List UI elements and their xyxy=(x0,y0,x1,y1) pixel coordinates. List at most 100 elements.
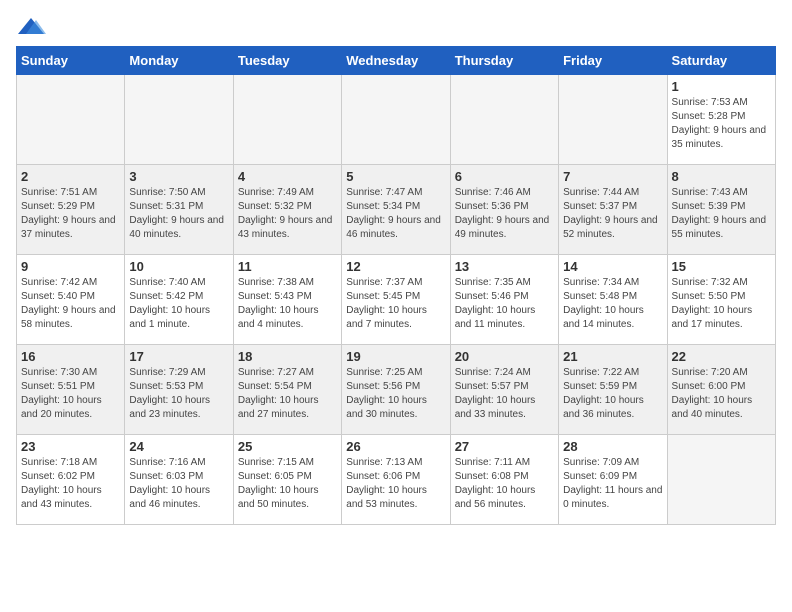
calendar-cell: 7 Sunrise: 7:44 AMSunset: 5:37 PMDaylight… xyxy=(559,165,667,255)
day-number: 8 xyxy=(672,169,771,184)
calendar-cell: 13 Sunrise: 7:35 AMSunset: 5:46 PMDayligh… xyxy=(450,255,558,345)
logo-icon xyxy=(16,16,46,38)
day-number: 21 xyxy=(563,349,662,364)
calendar-cell: 22 Sunrise: 7:20 AMSunset: 6:00 PMDayligh… xyxy=(667,345,775,435)
calendar-cell: 18 Sunrise: 7:27 AMSunset: 5:54 PMDayligh… xyxy=(233,345,341,435)
day-number: 24 xyxy=(129,439,228,454)
day-info: Sunrise: 7:25 AMSunset: 5:56 PMDaylight:… xyxy=(346,366,445,422)
day-number: 12 xyxy=(346,259,445,274)
column-header-sunday: Sunday xyxy=(17,47,125,75)
page-header xyxy=(16,16,776,38)
day-info: Sunrise: 7:13 AMSunset: 6:06 PMDaylight:… xyxy=(346,456,445,512)
logo xyxy=(16,16,50,38)
day-number: 9 xyxy=(21,259,120,274)
day-info: Sunrise: 7:15 AMSunset: 6:05 PMDaylight:… xyxy=(238,456,337,512)
day-number: 27 xyxy=(455,439,554,454)
day-number: 5 xyxy=(346,169,445,184)
calendar-cell: 14 Sunrise: 7:34 AMSunset: 5:48 PMDayligh… xyxy=(559,255,667,345)
calendar-week-5: 23 Sunrise: 7:18 AMSunset: 6:02 PMDayligh… xyxy=(17,435,776,525)
calendar-cell: 3 Sunrise: 7:50 AMSunset: 5:31 PMDaylight… xyxy=(125,165,233,255)
day-number: 18 xyxy=(238,349,337,364)
calendar-cell xyxy=(667,435,775,525)
day-info: Sunrise: 7:51 AMSunset: 5:29 PMDaylight:… xyxy=(21,186,120,242)
day-info: Sunrise: 7:16 AMSunset: 6:03 PMDaylight:… xyxy=(129,456,228,512)
day-number: 26 xyxy=(346,439,445,454)
column-header-tuesday: Tuesday xyxy=(233,47,341,75)
calendar-cell: 10 Sunrise: 7:40 AMSunset: 5:42 PMDayligh… xyxy=(125,255,233,345)
calendar-week-4: 16Sunrise: 7:30 AMSunset: 5:51 PMDayligh… xyxy=(17,345,776,435)
calendar-cell xyxy=(450,75,558,165)
day-number: 10 xyxy=(129,259,228,274)
day-info: Sunrise: 7:29 AMSunset: 5:53 PMDaylight:… xyxy=(129,366,228,422)
day-info: Sunrise: 7:44 AMSunset: 5:37 PMDaylight:… xyxy=(563,186,662,242)
calendar-cell: 9 Sunrise: 7:42 AMSunset: 5:40 PMDaylight… xyxy=(17,255,125,345)
day-info: Sunrise: 7:47 AMSunset: 5:34 PMDaylight:… xyxy=(346,186,445,242)
calendar-cell: 17 Sunrise: 7:29 AMSunset: 5:53 PMDayligh… xyxy=(125,345,233,435)
day-info: Sunrise: 7:53 AMSunset: 5:28 PMDaylight:… xyxy=(672,96,771,152)
calendar-table: SundayMondayTuesdayWednesdayThursdayFrid… xyxy=(16,46,776,525)
calendar-cell: 2Sunrise: 7:51 AMSunset: 5:29 PMDaylight… xyxy=(17,165,125,255)
calendar-cell xyxy=(17,75,125,165)
calendar-cell: 21Sunrise: 7:22 AMSunset: 5:59 PMDayligh… xyxy=(559,345,667,435)
day-number: 4 xyxy=(238,169,337,184)
day-info: Sunrise: 7:18 AMSunset: 6:02 PMDaylight:… xyxy=(21,456,120,512)
day-info: Sunrise: 7:35 AMSunset: 5:46 PMDaylight:… xyxy=(455,276,554,332)
calendar-cell: 23 Sunrise: 7:18 AMSunset: 6:02 PMDayligh… xyxy=(17,435,125,525)
day-number: 20 xyxy=(455,349,554,364)
calendar-cell: 6 Sunrise: 7:46 AMSunset: 5:36 PMDaylight… xyxy=(450,165,558,255)
calendar-cell: 26 Sunrise: 7:13 AMSunset: 6:06 PMDayligh… xyxy=(342,435,450,525)
calendar-header-row: SundayMondayTuesdayWednesdayThursdayFrid… xyxy=(17,47,776,75)
calendar-cell: 16Sunrise: 7:30 AMSunset: 5:51 PMDayligh… xyxy=(17,345,125,435)
calendar-cell: 4Sunrise: 7:49 AMSunset: 5:32 PMDaylight… xyxy=(233,165,341,255)
calendar-cell: 12Sunrise: 7:37 AMSunset: 5:45 PMDayligh… xyxy=(342,255,450,345)
day-info: Sunrise: 7:27 AMSunset: 5:54 PMDaylight:… xyxy=(238,366,337,422)
day-info: Sunrise: 7:11 AMSunset: 6:08 PMDaylight:… xyxy=(455,456,554,512)
column-header-monday: Monday xyxy=(125,47,233,75)
day-info: Sunrise: 7:46 AMSunset: 5:36 PMDaylight:… xyxy=(455,186,554,242)
day-info: Sunrise: 7:43 AMSunset: 5:39 PMDaylight:… xyxy=(672,186,771,242)
calendar-cell: 19 Sunrise: 7:25 AMSunset: 5:56 PMDayligh… xyxy=(342,345,450,435)
day-number: 15 xyxy=(672,259,771,274)
day-number: 6 xyxy=(455,169,554,184)
column-header-thursday: Thursday xyxy=(450,47,558,75)
calendar-cell: 8 Sunrise: 7:43 AMSunset: 5:39 PMDaylight… xyxy=(667,165,775,255)
calendar-week-2: 2Sunrise: 7:51 AMSunset: 5:29 PMDaylight… xyxy=(17,165,776,255)
calendar-cell xyxy=(559,75,667,165)
day-info: Sunrise: 7:24 AMSunset: 5:57 PMDaylight:… xyxy=(455,366,554,422)
day-info: Sunrise: 7:40 AMSunset: 5:42 PMDaylight:… xyxy=(129,276,228,332)
calendar-cell xyxy=(125,75,233,165)
day-number: 7 xyxy=(563,169,662,184)
day-number: 22 xyxy=(672,349,771,364)
day-info: Sunrise: 7:20 AMSunset: 6:00 PMDaylight:… xyxy=(672,366,771,422)
day-number: 3 xyxy=(129,169,228,184)
calendar-cell xyxy=(233,75,341,165)
day-info: Sunrise: 7:42 AMSunset: 5:40 PMDaylight:… xyxy=(21,276,120,332)
day-number: 19 xyxy=(346,349,445,364)
calendar-cell: 27 Sunrise: 7:11 AMSunset: 6:08 PMDayligh… xyxy=(450,435,558,525)
day-info: Sunrise: 7:50 AMSunset: 5:31 PMDaylight:… xyxy=(129,186,228,242)
day-number: 23 xyxy=(21,439,120,454)
day-info: Sunrise: 7:32 AMSunset: 5:50 PMDaylight:… xyxy=(672,276,771,332)
day-number: 14 xyxy=(563,259,662,274)
day-number: 11 xyxy=(238,259,337,274)
day-number: 16 xyxy=(21,349,120,364)
day-info: Sunrise: 7:09 AMSunset: 6:09 PMDaylight:… xyxy=(563,456,662,512)
calendar-body: 1 Sunrise: 7:53 AMSunset: 5:28 PMDaylight… xyxy=(17,75,776,525)
column-header-wednesday: Wednesday xyxy=(342,47,450,75)
calendar-cell: 25Sunrise: 7:15 AMSunset: 6:05 PMDayligh… xyxy=(233,435,341,525)
calendar-cell: 20 Sunrise: 7:24 AMSunset: 5:57 PMDayligh… xyxy=(450,345,558,435)
column-header-saturday: Saturday xyxy=(667,47,775,75)
day-info: Sunrise: 7:34 AMSunset: 5:48 PMDaylight:… xyxy=(563,276,662,332)
column-header-friday: Friday xyxy=(559,47,667,75)
calendar-week-3: 9 Sunrise: 7:42 AMSunset: 5:40 PMDaylight… xyxy=(17,255,776,345)
calendar-cell: 24 Sunrise: 7:16 AMSunset: 6:03 PMDayligh… xyxy=(125,435,233,525)
calendar-week-1: 1 Sunrise: 7:53 AMSunset: 5:28 PMDaylight… xyxy=(17,75,776,165)
day-number: 13 xyxy=(455,259,554,274)
calendar-cell: 28Sunrise: 7:09 AMSunset: 6:09 PMDayligh… xyxy=(559,435,667,525)
calendar-cell: 1 Sunrise: 7:53 AMSunset: 5:28 PMDaylight… xyxy=(667,75,775,165)
day-number: 17 xyxy=(129,349,228,364)
day-number: 1 xyxy=(672,79,771,94)
day-info: Sunrise: 7:38 AMSunset: 5:43 PMDaylight:… xyxy=(238,276,337,332)
calendar-cell xyxy=(342,75,450,165)
calendar-cell: 15 Sunrise: 7:32 AMSunset: 5:50 PMDayligh… xyxy=(667,255,775,345)
